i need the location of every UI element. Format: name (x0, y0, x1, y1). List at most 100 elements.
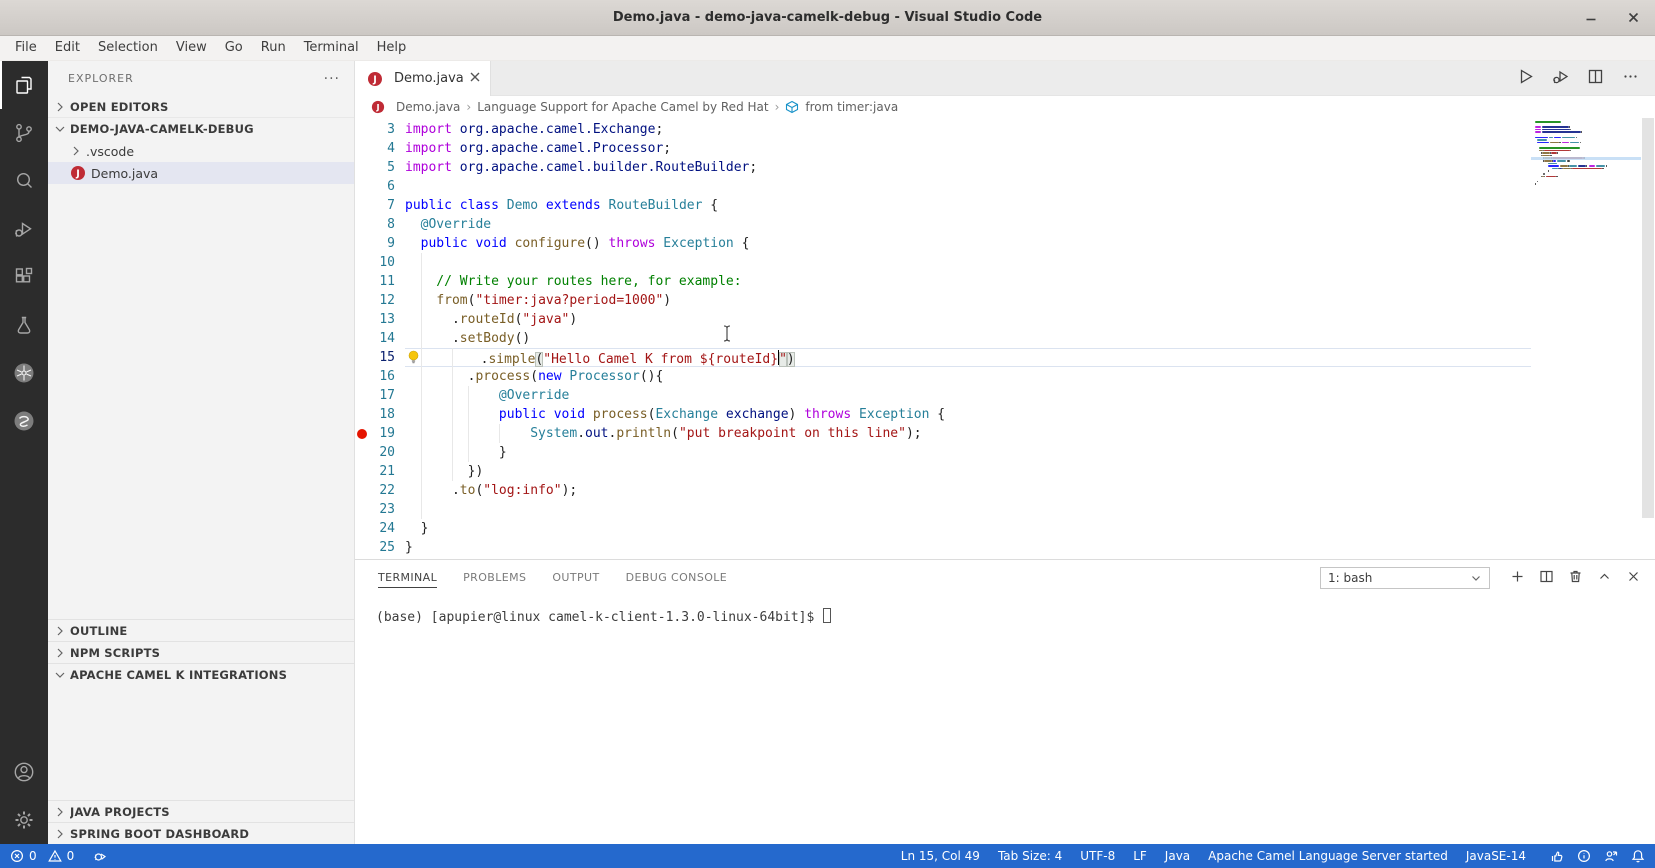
code-text[interactable]: import org.apache.camel.Processor; (405, 139, 671, 158)
tab-demo-java[interactable]: J Demo.java (355, 61, 491, 96)
sidebar-section-npm-scripts[interactable]: NPM SCRIPTS (48, 641, 354, 663)
line-number[interactable]: 8 (369, 215, 395, 234)
menu-go[interactable]: Go (216, 36, 252, 60)
status-item[interactable]: LF (1133, 849, 1147, 863)
code-line-17[interactable]: 17 @Override (355, 386, 1531, 405)
line-number[interactable]: 15 (369, 348, 395, 367)
line-number[interactable]: 12 (369, 291, 395, 310)
info-icon[interactable] (1577, 849, 1591, 863)
sidebar-section-camel-k-integrations[interactable]: APACHE CAMEL K INTEGRATIONS (48, 663, 354, 685)
breadcrumb-item-route[interactable]: from timer:java (805, 100, 898, 114)
code-text[interactable]: } (405, 443, 507, 462)
code-text[interactable]: .to("log:info"); (405, 481, 577, 500)
kubernetes-icon[interactable] (0, 349, 48, 397)
code-line-20[interactable]: 20 } (355, 443, 1531, 462)
gutter-glyph-margin[interactable] (355, 481, 369, 500)
line-number[interactable]: 23 (369, 500, 395, 519)
panel-tab-debug-console[interactable]: DEBUG CONSOLE (626, 561, 728, 595)
gutter-glyph-margin[interactable] (355, 367, 369, 386)
code-line-8[interactable]: 8 @Override (355, 215, 1531, 234)
sidebar-section-java-projects[interactable]: JAVA PROJECTS (48, 800, 354, 822)
minimize-icon[interactable] (1583, 10, 1599, 26)
sidebar-section-outline[interactable]: OUTLINE (48, 619, 354, 641)
sidebar-section-root-folder[interactable]: DEMO-JAVA-CAMELK-DEBUG (48, 118, 354, 140)
gutter-glyph-margin[interactable] (355, 443, 369, 462)
panel-tab-output[interactable]: OUTPUT (552, 561, 599, 595)
line-number[interactable]: 17 (369, 386, 395, 405)
status-item[interactable]: Ln 15, Col 49 (901, 849, 980, 863)
code-line-6[interactable]: 6 (355, 177, 1531, 196)
code-text[interactable]: } (405, 519, 429, 538)
gutter-glyph-margin[interactable] (355, 291, 369, 310)
gutter-glyph-margin[interactable] (355, 310, 369, 329)
gutter-glyph-margin[interactable] (355, 234, 369, 253)
terminal-content[interactable]: (base) [apupier@linux camel-k-client-1.3… (376, 608, 1655, 625)
line-number[interactable]: 14 (369, 329, 395, 348)
code-line-15[interactable]: 15 .simple("Hello Camel K from ${routeId… (355, 348, 1531, 367)
terminal-shell-select[interactable]: 1: bash (1320, 567, 1490, 589)
explorer-icon[interactable] (0, 61, 48, 109)
status-item[interactable]: Java (1165, 849, 1190, 863)
line-number[interactable]: 19 (369, 424, 395, 443)
error-count[interactable]: 0 (29, 849, 37, 863)
code-lines[interactable]: 3 import org.apache.camel.Exchange; 4 impor… (355, 118, 1531, 559)
gutter-glyph-margin[interactable] (355, 158, 369, 177)
kill-terminal-trash-icon[interactable] (1568, 569, 1583, 588)
line-number[interactable]: 7 (369, 196, 395, 215)
code-text[interactable]: @Override (405, 215, 491, 234)
line-number[interactable]: 10 (369, 253, 395, 272)
line-number[interactable]: 18 (369, 405, 395, 424)
panel-tab-problems[interactable]: PROBLEMS (463, 561, 526, 595)
code-line-13[interactable]: 13 .routeId("java") (355, 310, 1531, 329)
warnings-icon[interactable] (47, 849, 62, 863)
code-line-22[interactable]: 22 .to("log:info"); (355, 481, 1531, 500)
gutter-glyph-margin[interactable] (355, 538, 369, 557)
gutter-glyph-margin[interactable] (355, 215, 369, 234)
code-text[interactable]: public class Demo extends RouteBuilder { (405, 196, 718, 215)
code-line-7[interactable]: 7 public class Demo extends RouteBuilder … (355, 196, 1531, 215)
code-line-14[interactable]: 14 .setBody() (355, 329, 1531, 348)
new-terminal-icon[interactable] (1510, 569, 1525, 588)
menu-view[interactable]: View (167, 36, 216, 60)
menu-file[interactable]: File (6, 36, 46, 60)
gutter-glyph-margin[interactable] (355, 139, 369, 158)
code-text[interactable]: @Override (405, 386, 569, 405)
close-panel-icon[interactable] (1626, 569, 1641, 588)
breadcrumb-item-extension[interactable]: Language Support for Apache Camel by Red… (477, 100, 768, 114)
gutter-glyph-margin[interactable] (355, 462, 369, 481)
scrollbar-thumb[interactable] (1642, 118, 1654, 518)
line-number[interactable]: 11 (369, 272, 395, 291)
line-number[interactable]: 5 (369, 158, 395, 177)
search-icon[interactable] (0, 157, 48, 205)
code-text[interactable]: .routeId("java") (405, 310, 577, 329)
menu-edit[interactable]: Edit (46, 36, 89, 60)
line-number[interactable]: 20 (369, 443, 395, 462)
code-line-16[interactable]: 16 .process(new Processor(){ (355, 367, 1531, 386)
gutter-glyph-margin[interactable] (355, 253, 369, 272)
run-file-icon[interactable] (1517, 68, 1534, 89)
spring-icon[interactable] (0, 397, 48, 445)
errors-icon[interactable] (10, 849, 24, 863)
notifications-bell-icon[interactable] (1631, 849, 1645, 863)
warning-count[interactable]: 0 (67, 849, 75, 863)
status-item[interactable]: Tab Size: 4 (998, 849, 1062, 863)
run-and-debug-icon[interactable] (0, 205, 48, 253)
maximize-panel-icon[interactable] (1597, 569, 1612, 588)
debug-run-icon[interactable] (1552, 68, 1569, 89)
code-text[interactable]: .setBody() (405, 329, 530, 348)
code-text[interactable]: System.out.println("put breakpoint on th… (405, 424, 922, 443)
code-line-23[interactable]: 23 (355, 500, 1531, 519)
line-number[interactable]: 24 (369, 519, 395, 538)
gutter-glyph-margin[interactable] (355, 424, 369, 443)
gutter-glyph-margin[interactable] (355, 386, 369, 405)
gutter-glyph-margin[interactable] (355, 329, 369, 348)
code-line-12[interactable]: 12 from("timer:java?period=1000") (355, 291, 1531, 310)
extensions-icon[interactable] (0, 253, 48, 301)
line-number[interactable]: 25 (369, 538, 395, 557)
close-window-icon[interactable] (1625, 10, 1641, 26)
sidebar-section-spring-boot-dashboard[interactable]: SPRING BOOT DASHBOARD (48, 822, 354, 844)
gutter-glyph-margin[interactable] (355, 177, 369, 196)
code-text[interactable]: import org.apache.camel.builder.RouteBui… (405, 158, 757, 177)
gutter-glyph-margin[interactable] (355, 500, 369, 519)
line-number[interactable]: 13 (369, 310, 395, 329)
